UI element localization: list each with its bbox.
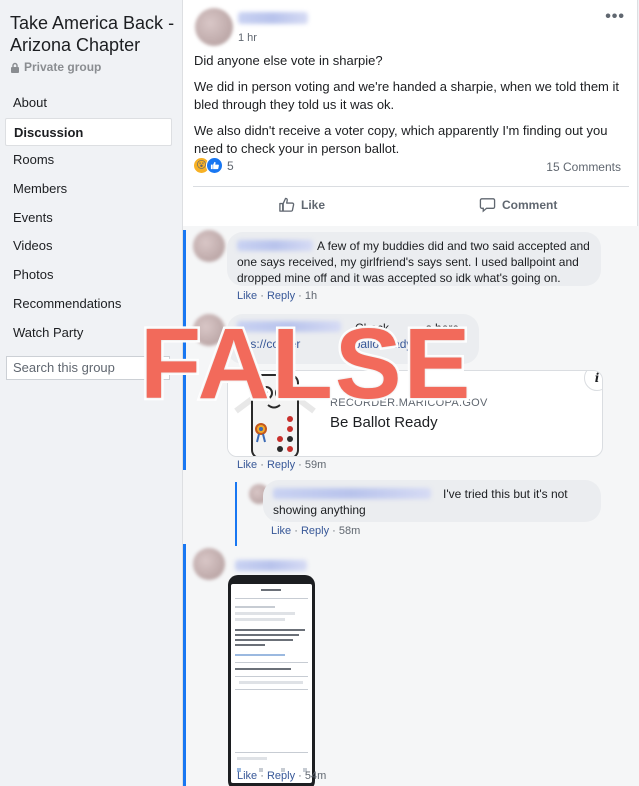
comment-time[interactable]: 1h (305, 290, 317, 302)
comment-actions: Like · Reply · 54m (237, 770, 327, 782)
post-paragraph: Did anyone else vote in sharpie? (194, 53, 383, 68)
comment-button[interactable]: Comment (479, 196, 557, 213)
nav-item-videos[interactable]: Videos (5, 232, 172, 261)
reaction-summary[interactable]: 😮 5 (193, 157, 234, 174)
comment-label: Comment (502, 197, 558, 212)
reply-like-link[interactable]: Like (271, 525, 291, 537)
replier-name-redacted[interactable] (273, 488, 431, 499)
lock-icon (11, 62, 19, 73)
post-text: Did anyone else vote in sharpie? We did … (194, 52, 626, 166)
reaction-count: 5 (227, 158, 234, 173)
comment-actions: Like · Reply · 59m (237, 459, 327, 471)
nav-item-events[interactable]: Events (5, 204, 172, 233)
commenter-name-redacted[interactable] (235, 560, 307, 571)
commenter-name-redacted[interactable] (237, 240, 313, 251)
info-icon[interactable]: i (584, 371, 602, 391)
group-title[interactable]: Take America Back - Arizona Chapter (10, 12, 178, 56)
like-reaction-icon (206, 157, 223, 174)
reply-reply-link[interactable]: Reply (301, 525, 329, 537)
like-button[interactable]: Like (278, 196, 325, 213)
commenter-avatar[interactable] (193, 230, 225, 262)
comment-reply-link[interactable]: Reply (267, 459, 295, 471)
attached-phone-screenshot[interactable] (228, 575, 315, 786)
reply-actions: Like · Reply · 58m (271, 525, 361, 537)
nav-item-photos[interactable]: Photos (5, 261, 172, 290)
phone-screen (231, 584, 312, 783)
like-label: Like (301, 197, 326, 212)
comment-bubble-icon (479, 198, 496, 213)
reply-thread-indicator (235, 482, 237, 546)
post-paragraph: We did in person voting and we're handed… (194, 79, 620, 112)
false-rating-stamp: FALSE (137, 308, 473, 420)
commenter-avatar[interactable] (193, 548, 225, 580)
reply-bubble: I've tried this but it's not showing any… (263, 480, 601, 522)
nav-item-about[interactable]: About (5, 89, 172, 118)
comment-actions: Like · Reply · 1h (237, 290, 318, 302)
comment-reply-link[interactable]: Reply (267, 290, 295, 302)
thumbs-up-icon (279, 197, 295, 212)
more-options-icon[interactable]: ••• (605, 8, 625, 26)
privacy-text: Private group (24, 60, 102, 74)
thread-indicator (183, 544, 186, 786)
comment-time[interactable]: 54m (305, 770, 326, 782)
comment-reply-link[interactable]: Reply (267, 770, 295, 782)
nav-item-members[interactable]: Members (5, 175, 172, 204)
comment-count[interactable]: 15 Comments (546, 160, 621, 174)
author-name-redacted[interactable] (238, 12, 308, 24)
nav-item-rooms[interactable]: Rooms (5, 146, 172, 175)
author-avatar[interactable] (195, 8, 233, 46)
post-paragraph: We also didn't receive a voter copy, whi… (194, 123, 608, 156)
reply-time[interactable]: 58m (339, 525, 360, 537)
nav-item-discussion[interactable]: Discussion (5, 117, 172, 147)
divider (193, 186, 629, 187)
comment-like-link[interactable]: Like (237, 459, 257, 471)
post-timestamp[interactable]: 1 hr (238, 32, 257, 44)
comment-like-link[interactable]: Like (237, 770, 257, 782)
comment-time[interactable]: 59m (305, 459, 326, 471)
comment-like-link[interactable]: Like (237, 290, 257, 302)
privacy-label: Private group (10, 60, 101, 74)
